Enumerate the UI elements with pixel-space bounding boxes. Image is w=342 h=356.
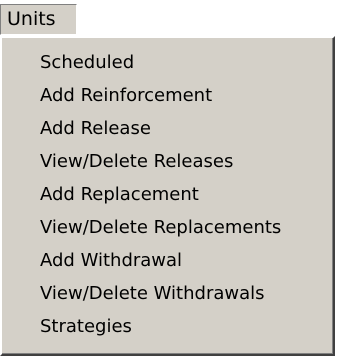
menu-item-view-delete-withdrawals[interactable]: View/Delete Withdrawals	[2, 277, 333, 310]
menu-item-view-delete-releases[interactable]: View/Delete Releases	[2, 145, 333, 178]
menu-item-add-withdrawal[interactable]: Add Withdrawal	[2, 244, 333, 277]
menu-item-strategies[interactable]: Strategies	[2, 310, 333, 343]
menu-item-view-delete-replacements[interactable]: View/Delete Replacements	[2, 211, 333, 244]
units-menu[interactable]: Units	[0, 4, 77, 35]
menu-item-add-reinforcement[interactable]: Add Reinforcement	[2, 79, 333, 112]
units-dropdown: Scheduled Add Reinforcement Add Release …	[0, 36, 335, 356]
menu-bar: Units	[0, 0, 342, 39]
menu-item-add-replacement[interactable]: Add Replacement	[2, 178, 333, 211]
menu-item-scheduled[interactable]: Scheduled	[2, 46, 333, 79]
menu-item-add-release[interactable]: Add Release	[2, 112, 333, 145]
